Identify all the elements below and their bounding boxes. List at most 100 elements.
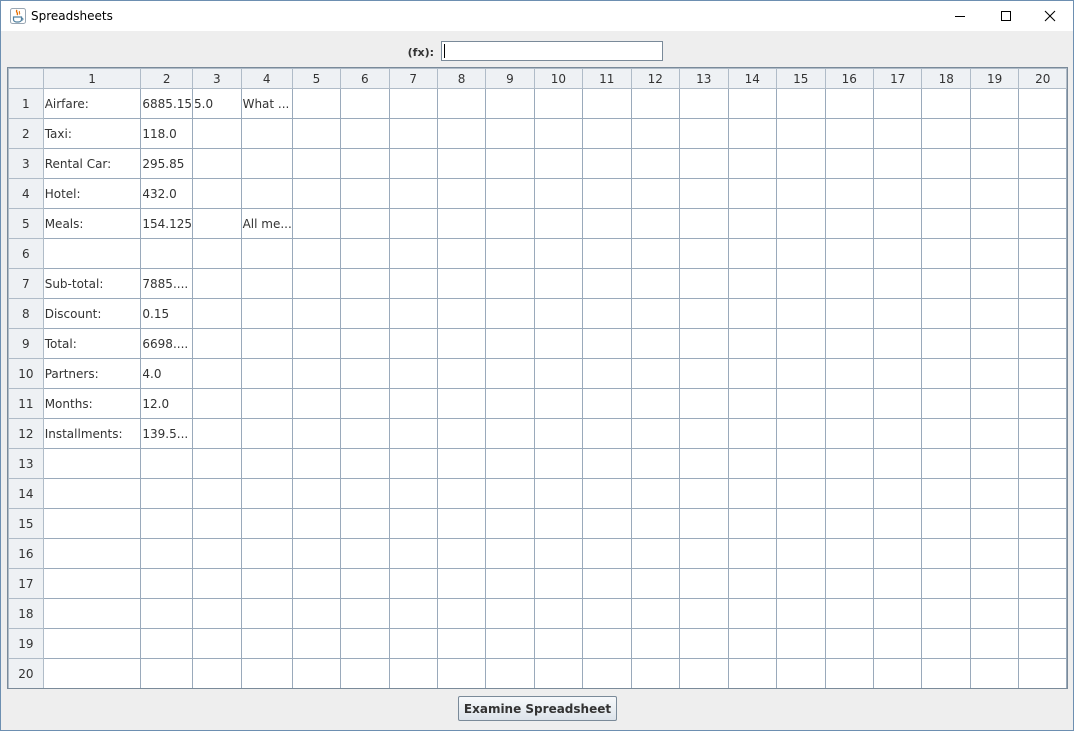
column-header[interactable]: 5 bbox=[291, 68, 342, 89]
grid-cell[interactable] bbox=[969, 208, 1020, 239]
grid-cell[interactable] bbox=[388, 598, 438, 629]
grid-cell[interactable] bbox=[340, 538, 390, 569]
grid-cell[interactable] bbox=[824, 538, 874, 569]
grid-cell[interactable] bbox=[436, 658, 487, 688]
grid-cell[interactable] bbox=[776, 208, 826, 239]
grid-cell[interactable] bbox=[776, 388, 826, 419]
grid-cell[interactable] bbox=[533, 268, 584, 299]
grid-cell[interactable] bbox=[291, 118, 342, 149]
grid-cell[interactable] bbox=[291, 388, 342, 419]
grid-cell[interactable] bbox=[921, 478, 971, 509]
grid-cell[interactable] bbox=[140, 538, 194, 569]
grid-cell[interactable] bbox=[1018, 598, 1067, 629]
column-header[interactable]: 3 bbox=[192, 68, 242, 89]
column-header[interactable]: 1 bbox=[42, 68, 142, 89]
grid-cell[interactable] bbox=[291, 268, 342, 299]
grid-cell[interactable] bbox=[872, 418, 923, 449]
grid-cell[interactable] bbox=[192, 508, 242, 539]
grid-cell[interactable] bbox=[436, 628, 487, 659]
grid-cell[interactable] bbox=[1018, 628, 1067, 659]
grid-cell[interactable]: Hotel: bbox=[42, 178, 142, 209]
grid-cell[interactable] bbox=[727, 328, 778, 359]
grid-cell[interactable] bbox=[582, 178, 632, 209]
grid-cell[interactable] bbox=[291, 418, 342, 449]
grid-cell[interactable] bbox=[969, 598, 1020, 629]
grid-cell[interactable] bbox=[140, 568, 194, 599]
grid-cell[interactable] bbox=[340, 418, 390, 449]
grid-cell[interactable] bbox=[340, 448, 390, 479]
grid-cell[interactable] bbox=[582, 568, 632, 599]
grid-cell[interactable] bbox=[340, 208, 390, 239]
grid-cell[interactable] bbox=[485, 358, 535, 389]
grid-cell[interactable] bbox=[872, 178, 923, 209]
grid-cell[interactable] bbox=[192, 628, 242, 659]
grid-cell[interactable] bbox=[42, 568, 142, 599]
row-header[interactable]: 8 bbox=[8, 298, 44, 329]
grid-cell[interactable]: 4.0 bbox=[140, 358, 194, 389]
grid-cell[interactable] bbox=[921, 448, 971, 479]
grid-cell[interactable] bbox=[776, 598, 826, 629]
column-header[interactable]: 18 bbox=[921, 68, 971, 89]
grid-cell[interactable] bbox=[582, 298, 632, 329]
grid-cell[interactable] bbox=[533, 508, 584, 539]
grid-cell[interactable] bbox=[1018, 418, 1067, 449]
grid-cell[interactable] bbox=[240, 568, 293, 599]
grid-cell[interactable] bbox=[727, 478, 778, 509]
grid-cell[interactable] bbox=[436, 478, 487, 509]
grid-cell[interactable] bbox=[630, 568, 681, 599]
grid-cell[interactable] bbox=[679, 418, 729, 449]
grid-cell[interactable] bbox=[872, 118, 923, 149]
grid-cell[interactable] bbox=[42, 508, 142, 539]
grid-cell[interactable] bbox=[533, 298, 584, 329]
grid-cell[interactable] bbox=[727, 388, 778, 419]
grid-cell[interactable] bbox=[872, 448, 923, 479]
grid-cell[interactable] bbox=[485, 118, 535, 149]
grid-cell[interactable]: Partners: bbox=[42, 358, 142, 389]
row-header[interactable]: 7 bbox=[8, 268, 44, 299]
grid-cell[interactable] bbox=[240, 268, 293, 299]
grid-cell[interactable] bbox=[921, 148, 971, 179]
grid-cell[interactable] bbox=[340, 178, 390, 209]
grid-cell[interactable] bbox=[533, 238, 584, 269]
grid-cell[interactable]: 118.0 bbox=[140, 118, 194, 149]
grid-cell[interactable]: 6885.15 bbox=[140, 88, 194, 119]
grid-cell[interactable] bbox=[872, 268, 923, 299]
grid-cell[interactable] bbox=[291, 538, 342, 569]
grid-cell[interactable] bbox=[630, 178, 681, 209]
grid-cell[interactable]: Months: bbox=[42, 388, 142, 419]
grid-cell[interactable] bbox=[630, 598, 681, 629]
grid-cell[interactable]: 6698.... bbox=[140, 328, 194, 359]
grid-cell[interactable] bbox=[872, 538, 923, 569]
grid-cell[interactable] bbox=[340, 88, 390, 119]
grid-cell[interactable] bbox=[291, 328, 342, 359]
grid-cell[interactable] bbox=[969, 628, 1020, 659]
grid-cell[interactable] bbox=[192, 658, 242, 688]
row-header[interactable]: 20 bbox=[8, 658, 44, 688]
grid-cell[interactable] bbox=[192, 328, 242, 359]
grid-cell[interactable] bbox=[533, 178, 584, 209]
grid-cell[interactable] bbox=[630, 658, 681, 688]
grid-cell[interactable] bbox=[969, 148, 1020, 179]
grid-cell[interactable] bbox=[582, 448, 632, 479]
grid-cell[interactable] bbox=[192, 208, 242, 239]
grid-cell[interactable] bbox=[872, 238, 923, 269]
grid-cell[interactable] bbox=[727, 178, 778, 209]
grid-cell[interactable] bbox=[533, 628, 584, 659]
grid-cell[interactable] bbox=[388, 238, 438, 269]
grid-cell[interactable] bbox=[872, 568, 923, 599]
grid-cell[interactable] bbox=[388, 568, 438, 599]
grid-cell[interactable] bbox=[436, 118, 487, 149]
grid-cell[interactable] bbox=[921, 508, 971, 539]
grid-cell[interactable] bbox=[291, 448, 342, 479]
grid-cell[interactable] bbox=[436, 238, 487, 269]
row-header[interactable]: 12 bbox=[8, 418, 44, 449]
grid-cell[interactable] bbox=[436, 328, 487, 359]
grid-cell[interactable] bbox=[291, 478, 342, 509]
grid-cell[interactable] bbox=[340, 388, 390, 419]
grid-cell[interactable] bbox=[436, 178, 487, 209]
column-header[interactable]: 10 bbox=[533, 68, 584, 89]
grid-cell[interactable] bbox=[485, 148, 535, 179]
grid-cell[interactable] bbox=[533, 148, 584, 179]
grid-cell[interactable] bbox=[582, 328, 632, 359]
column-header[interactable]: 8 bbox=[436, 68, 487, 89]
